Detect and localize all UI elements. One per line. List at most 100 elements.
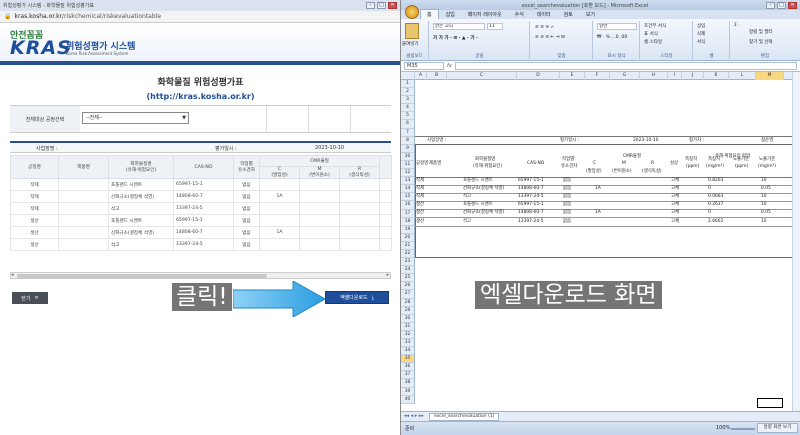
row-header[interactable]: 18 xyxy=(401,218,414,226)
insert-cell-button[interactable]: 삽입 xyxy=(697,23,705,29)
row-header[interactable]: 21 xyxy=(401,242,414,250)
column-header[interactable]: E xyxy=(560,72,585,80)
sheet-cell-worker[interactable]: 없음 xyxy=(563,218,571,226)
sheet-cell-mg[interactable]: 0.2637 xyxy=(708,201,723,209)
row-header[interactable]: 24 xyxy=(401,266,414,275)
row-header[interactable]: 19 xyxy=(401,226,414,234)
column-header[interactable]: L xyxy=(729,72,756,80)
row-header[interactable]: 2 xyxy=(401,88,414,97)
row-header[interactable]: 1 xyxy=(401,80,414,89)
row-header[interactable]: 22 xyxy=(401,250,414,259)
table-format-button[interactable]: 표 서식 xyxy=(644,31,658,37)
sheet-cell-worker[interactable]: 없음 xyxy=(563,177,571,185)
sheet-cell-chemical[interactable]: 포틀랜드 시멘트 xyxy=(463,201,493,209)
row-header[interactable]: 37 xyxy=(401,371,414,380)
formula-input[interactable] xyxy=(454,62,797,70)
tab-insert[interactable]: 삽입 xyxy=(440,10,461,19)
sheet-cell-lim_mg[interactable]: 10 xyxy=(761,201,767,209)
row-header[interactable]: 34 xyxy=(401,347,414,356)
sheet-cell-state[interactable]: 고체 xyxy=(671,218,679,226)
row-header[interactable]: 6 xyxy=(401,120,414,129)
font-size-select[interactable]: 11 xyxy=(487,23,503,30)
sheet-cell-cas[interactable]: 14808-60-7 xyxy=(518,185,544,193)
row-header[interactable]: 27 xyxy=(401,290,414,299)
row-header[interactable]: 33 xyxy=(401,339,414,348)
paste-button[interactable]: 붙여넣기 xyxy=(402,41,419,47)
process-select[interactable]: --전체-- ▼ xyxy=(82,112,189,124)
close-button[interactable]: 닫기 ✕ xyxy=(12,292,48,304)
name-box[interactable]: M35 xyxy=(404,62,444,70)
sheet-cell-lim_mg[interactable]: 0.05 xyxy=(761,185,771,193)
tab-page-layout[interactable]: 페이지 레이아웃 xyxy=(462,10,508,19)
minimize-button[interactable]: – xyxy=(366,2,375,9)
address-bar[interactable]: 🔒 kras.kosha.or.kr/riskchemical/riskeval… xyxy=(0,11,400,23)
row-header[interactable]: 40 xyxy=(401,396,414,404)
sheet-cell-c[interactable]: 1A xyxy=(595,185,601,193)
sheet-cell-state[interactable]: 고체 xyxy=(671,201,679,209)
delete-cell-button[interactable]: 삭제 xyxy=(697,31,705,37)
sheet-cell-chemical[interactable]: 산화규소(결정체 석영) xyxy=(463,209,504,217)
sheet-cell-lim_mg[interactable]: 10 xyxy=(761,177,767,185)
row-header[interactable]: 17 xyxy=(401,210,414,218)
sheet-cell-worker[interactable]: 없음 xyxy=(563,201,571,209)
row-header[interactable]: 7 xyxy=(401,129,414,137)
sheet-cell-process[interactable]: 생산 xyxy=(416,218,424,226)
column-header[interactable]: F xyxy=(585,72,610,80)
sheet-cell-state[interactable]: 고체 xyxy=(671,193,679,201)
row-header[interactable]: 4 xyxy=(401,104,414,113)
tab-formulas[interactable]: 수식 xyxy=(509,10,530,19)
column-header[interactable]: K xyxy=(704,72,729,80)
sheet-cell-cas[interactable]: 65997-15-1 xyxy=(518,177,544,185)
row-header[interactable]: 16 xyxy=(401,201,414,210)
row-header[interactable]: 38 xyxy=(401,379,414,388)
row-header[interactable]: 11 xyxy=(401,161,414,170)
vertical-scrollbar[interactable] xyxy=(792,72,800,411)
select-all-corner[interactable] xyxy=(401,72,415,80)
tab-home[interactable]: 홈 xyxy=(420,9,439,19)
column-header[interactable]: B xyxy=(427,72,447,80)
row-header[interactable]: 8 xyxy=(401,137,414,145)
row-header[interactable]: 13 xyxy=(401,177,414,186)
maximize-button[interactable]: □ xyxy=(377,2,386,9)
excel-download-button[interactable]: 엑셀다운로드 ⤓ xyxy=(325,291,389,304)
row-header[interactable]: 9 xyxy=(401,145,414,153)
bold-button[interactable]: 가 가 가 · ⊞ · ▲ · 가 · xyxy=(433,35,478,41)
sheet-cell-cas[interactable]: 65997-15-1 xyxy=(518,201,544,209)
sheet-cell-process[interactable]: 작제 xyxy=(416,193,424,201)
column-header[interactable]: D xyxy=(517,72,560,80)
row-header[interactable]: 3 xyxy=(401,96,414,105)
row-header[interactable]: 35 xyxy=(401,355,414,364)
sort-filter-button[interactable]: 정렬 및 필터 xyxy=(749,29,773,35)
scrollbar-thumb[interactable] xyxy=(17,274,267,278)
sheet-cell-state[interactable]: 고체 xyxy=(671,209,679,217)
sheet-cell-chemical[interactable]: 석고 xyxy=(463,193,471,201)
paste-icon[interactable] xyxy=(405,23,419,39)
sheet-cell-lim_mg[interactable]: 10 xyxy=(761,193,767,201)
column-header[interactable]: C xyxy=(447,72,517,80)
sheet-cell-mg[interactable]: 0.0663 xyxy=(708,193,723,201)
format-cell-button[interactable]: 서식 xyxy=(697,39,705,45)
find-select-button[interactable]: 찾기 및 선택 xyxy=(749,39,773,45)
tab-review[interactable]: 검토 xyxy=(558,10,579,19)
sheet-cell-process[interactable]: 작제 xyxy=(416,185,424,193)
scroll-left-icon[interactable]: ◂ xyxy=(11,272,14,278)
row-header[interactable]: 12 xyxy=(401,169,414,178)
worksheet[interactable]: A B C D E F G H I J K L M 1 2 3 4 5 6 7 8 9 10 11 1… xyxy=(401,72,800,411)
row-header[interactable]: 15 xyxy=(401,193,414,202)
sheet-cell-c[interactable]: 1A xyxy=(595,209,601,217)
sheet-cell-chemical[interactable]: 산화규소(결정체 석영) xyxy=(463,185,504,193)
sheet-cell-worker[interactable]: 없음 xyxy=(563,185,571,193)
sheet-cell-mg[interactable]: 0 xyxy=(708,185,711,193)
row-header[interactable]: 14 xyxy=(401,185,414,194)
horizontal-scrollbar[interactable]: ◂ ▸ xyxy=(10,272,391,279)
excel-maximize-button[interactable]: □ xyxy=(777,1,786,9)
window-close-button[interactable]: ✕ xyxy=(388,2,397,9)
row-header[interactable]: 23 xyxy=(401,258,414,267)
column-header[interactable]: A xyxy=(415,72,427,80)
row-header[interactable]: 5 xyxy=(401,112,414,121)
sheet-cell-mg[interactable]: 0 xyxy=(708,209,711,217)
row-header[interactable]: 39 xyxy=(401,388,414,396)
row-header[interactable]: 32 xyxy=(401,331,414,339)
sheet-cell-cas[interactable]: 13397-24-5 xyxy=(518,193,544,201)
column-header[interactable]: G xyxy=(610,72,640,80)
